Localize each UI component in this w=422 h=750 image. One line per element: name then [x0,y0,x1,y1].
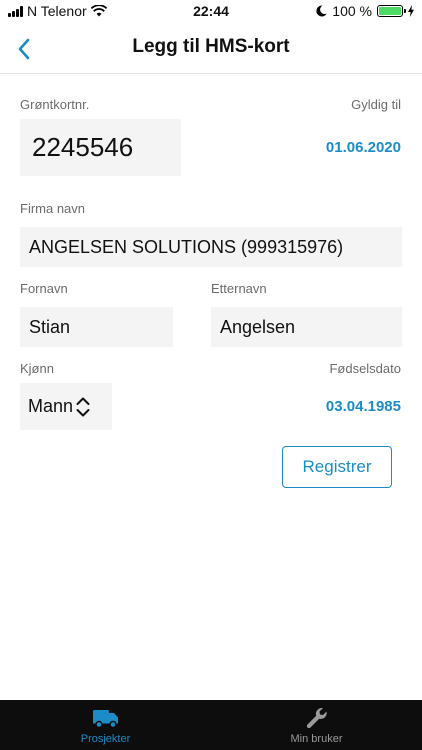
nav-bar: Legg til HMS-kort [0,24,422,74]
chevron-up-down-icon [76,397,90,416]
birth-date-label: Fødselsdato [329,361,401,376]
tab-label: Min bruker [290,733,343,745]
charging-icon [408,5,414,17]
moon-icon [316,5,328,17]
tab-min-bruker[interactable]: Min bruker [211,700,422,750]
card-number-label: Grøntkortnr. [20,97,90,112]
tab-label: Prosjekter [80,733,131,745]
last-name-label: Etternavn [211,281,267,296]
gender-label: Kjønn [20,361,54,376]
gender-select[interactable]: Mann [20,383,112,430]
status-bar: N Telenor 22:44 100 % [0,0,422,24]
gender-value: Mann [28,396,74,416]
status-right: 100 % [316,3,414,19]
battery-fill [379,7,401,15]
first-name-input[interactable] [20,307,173,347]
company-input[interactable] [20,227,402,267]
tab-prosjekter[interactable]: Prosjekter [0,700,211,750]
tab-bar: Prosjekter Min bruker [0,700,422,750]
last-name-input[interactable] [211,307,402,347]
wrench-icon [306,707,327,729]
page-title: Legg til HMS-kort [132,36,290,57]
valid-until-label: Gyldig til [351,97,401,112]
battery-text: 100 % [332,3,372,19]
valid-until-date[interactable]: 01.06.2020 [326,139,401,156]
card-number-input[interactable] [20,119,181,176]
company-label: Firma navn [20,201,86,216]
birth-date[interactable]: 03.04.1985 [326,398,401,415]
truck-icon [92,710,118,729]
register-button[interactable]: Registrer [282,446,392,488]
first-name-label: Fornavn [20,281,68,296]
battery-icon [377,5,406,17]
